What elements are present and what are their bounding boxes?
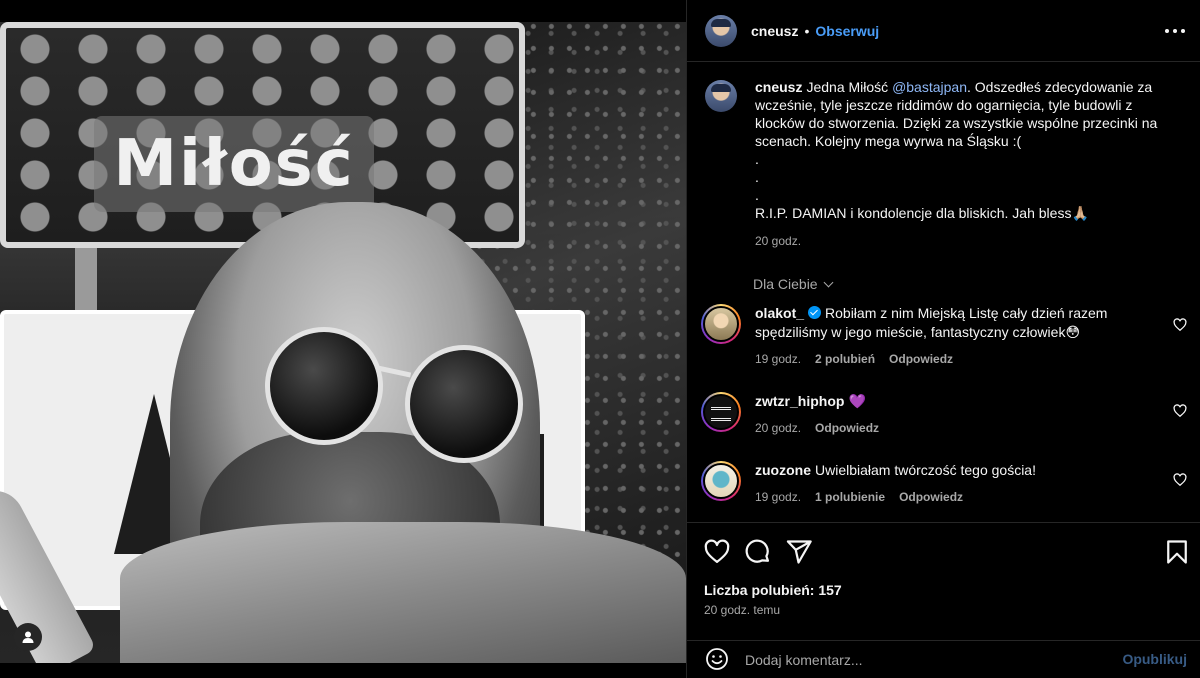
- post-actions-bar: Liczba polubień: 157 20 godz. temu: [687, 522, 1200, 642]
- share-icon[interactable]: [785, 538, 813, 566]
- publish-button[interactable]: Opublikuj: [1122, 651, 1187, 667]
- likes-count[interactable]: Liczba polubień: 157: [704, 582, 842, 598]
- comment-likes-count[interactable]: 1 polubienie: [815, 488, 885, 507]
- sunglasses-lens: [405, 345, 523, 463]
- heart-icon[interactable]: [1173, 318, 1187, 332]
- comment-text: 💜: [848, 393, 866, 409]
- post-caption: cneusz Jedna Miłość @bastajpan. Odszedłeś…: [705, 78, 1185, 250]
- heart-icon[interactable]: [1173, 404, 1187, 418]
- author-username[interactable]: cneusz: [751, 23, 798, 39]
- reply-button[interactable]: Odpowiedz: [889, 350, 953, 369]
- more-horizontal-icon: [1173, 29, 1177, 33]
- comment-likes-count[interactable]: 2 polubień: [815, 350, 875, 369]
- comment-body: zwtzr_hiphop 💜 20 godz. Odpowiedz: [755, 392, 1155, 438]
- avatar[interactable]: [705, 80, 737, 112]
- post-header: cneusz • Obserwuj: [687, 0, 1200, 62]
- caption-rip-line: R.I.P. DAMIAN i kondolencje dla bliskich…: [755, 205, 1089, 221]
- comment-meta: 19 godz. 2 polubień Odpowiedz: [755, 350, 1155, 369]
- follow-button[interactable]: Obserwuj: [815, 23, 879, 39]
- separator-dot: •: [804, 22, 810, 39]
- caption-dot: .: [755, 169, 759, 185]
- comment-body: olakot_ Robiłam z nim Miejską Listę cały …: [755, 304, 1155, 369]
- reply-button[interactable]: Odpowiedz: [815, 419, 879, 438]
- bookmark-icon[interactable]: [1163, 538, 1191, 566]
- caption-text: Jedna Miłość: [806, 79, 893, 95]
- comment-timestamp[interactable]: 19 godz.: [755, 350, 801, 369]
- post-photo[interactable]: Miłość: [0, 22, 686, 663]
- post-timestamp[interactable]: 20 godz. temu: [704, 603, 780, 617]
- user-tag-icon: [22, 631, 34, 643]
- comment-item: zwtzr_hiphop 💜 20 godz. Odpowiedz: [701, 392, 1191, 438]
- more-options-button[interactable]: [1165, 22, 1185, 40]
- comment-timestamp[interactable]: 19 godz.: [755, 488, 801, 507]
- emoji-icon[interactable]: [705, 647, 729, 671]
- post-side-panel: cneusz • Obserwuj cneusz Jedna Miłość @ba…: [686, 0, 1200, 678]
- sunglasses: [265, 327, 525, 463]
- post-photo-area: Miłość: [0, 0, 686, 678]
- comment-icon[interactable]: [744, 538, 772, 566]
- chevron-down-icon: [823, 277, 834, 287]
- reply-button[interactable]: Odpowiedz: [899, 488, 963, 507]
- comment-username[interactable]: olakot_: [755, 305, 804, 321]
- comment-filter-label: Dla Ciebie: [753, 276, 818, 292]
- comment-username[interactable]: zwtzr_hiphop: [755, 393, 844, 409]
- more-horizontal-icon: [1165, 29, 1169, 33]
- more-horizontal-icon: [1181, 29, 1185, 33]
- sunglasses-lens: [265, 327, 383, 445]
- comment-meta: 19 godz. 1 polubienie Odpowiedz: [755, 488, 1155, 507]
- caption-timestamp[interactable]: 20 godz.: [755, 232, 1185, 250]
- comment-timestamp[interactable]: 20 godz.: [755, 419, 801, 438]
- comment-composer: Opublikuj: [687, 640, 1200, 678]
- comment-input[interactable]: [745, 647, 1115, 673]
- caption-body: cneusz Jedna Miłość @bastajpan. Odszedłeś…: [755, 78, 1185, 250]
- comment-meta: 20 godz. Odpowiedz: [755, 419, 1155, 438]
- avatar[interactable]: [701, 461, 741, 501]
- heart-icon[interactable]: [703, 538, 731, 566]
- verified-badge-icon: [808, 306, 822, 319]
- heart-icon[interactable]: [1173, 473, 1187, 487]
- avatar[interactable]: [701, 304, 741, 344]
- comment-username[interactable]: zuozone: [755, 462, 811, 478]
- user-tag-button[interactable]: [14, 623, 42, 651]
- road-sign: Miłość: [0, 22, 525, 248]
- avatar[interactable]: [701, 392, 741, 432]
- caption-dot: .: [755, 187, 759, 203]
- avatar[interactable]: [705, 14, 737, 47]
- caption-dot: .: [755, 151, 759, 167]
- comment-body: zuozone Uwielbiałam twórczość tego gościa…: [755, 461, 1155, 507]
- comment-text: Uwielbiałam twórczość tego gościa!: [815, 462, 1036, 478]
- comments-scroll-area[interactable]: cneusz Jedna Miłość @bastajpan. Odszedłeś…: [687, 62, 1200, 522]
- instagram-post-modal: Miłość cneusz • Obserwuj cneusz Jedna Mi…: [0, 0, 1200, 678]
- mention-link[interactable]: @bastajpan: [892, 79, 967, 95]
- comment-item: zuozone Uwielbiałam twórczość tego gościa…: [701, 461, 1191, 507]
- person-jacket: [120, 522, 686, 663]
- road-sign-text: Miłość: [94, 116, 374, 212]
- sign-pole: [75, 248, 97, 318]
- comment-item: olakot_ Robiłam z nim Miejską Listę cały …: [701, 304, 1191, 369]
- comment-filter-dropdown[interactable]: Dla Ciebie: [753, 276, 834, 292]
- caption-username[interactable]: cneusz: [755, 79, 802, 95]
